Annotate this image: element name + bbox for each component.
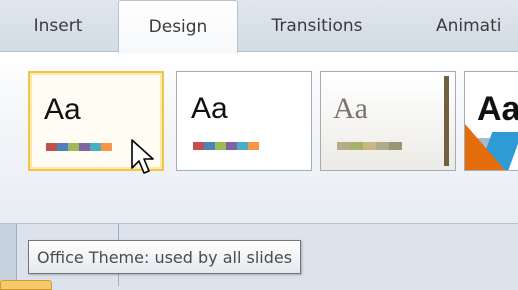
theme-4[interactable]: Aa [464, 71, 518, 171]
tab-transitions-label: Transitions [271, 16, 363, 36]
slides-pane-edge [0, 224, 17, 286]
theme-color-swatches [337, 142, 402, 150]
tab-transitions[interactable]: Transitions [252, 0, 382, 52]
slide-thumbnail-selected[interactable] [0, 280, 52, 290]
ribbon-tab-strip: Insert Design Transitions Animati [0, 0, 518, 53]
theme-sample-text: Aa [333, 92, 368, 125]
tab-animations-label: Animati [436, 16, 502, 36]
tab-animations[interactable]: Animati [436, 0, 518, 52]
tab-design[interactable]: Design [118, 0, 238, 53]
theme-3[interactable]: Aa [320, 71, 456, 171]
mouse-pointer-icon [131, 139, 154, 174]
theme-color-swatches [46, 143, 112, 151]
theme-color-swatches [193, 142, 259, 150]
theme-sample-text: Aa [191, 92, 228, 125]
tooltip-text: Office Theme: used by all slides [37, 247, 293, 267]
tab-design-label: Design [148, 17, 208, 37]
tab-insert[interactable]: Insert [10, 0, 106, 52]
theme-tooltip: Office Theme: used by all slides [28, 240, 302, 274]
tab-insert-label: Insert [33, 16, 83, 36]
theme-2[interactable]: Aa [176, 71, 312, 171]
theme-sample-text: Aa [477, 90, 518, 128]
theme-accent-bar [444, 76, 449, 166]
theme-sample-text: Aa [44, 93, 81, 126]
theme-shape [465, 124, 505, 170]
